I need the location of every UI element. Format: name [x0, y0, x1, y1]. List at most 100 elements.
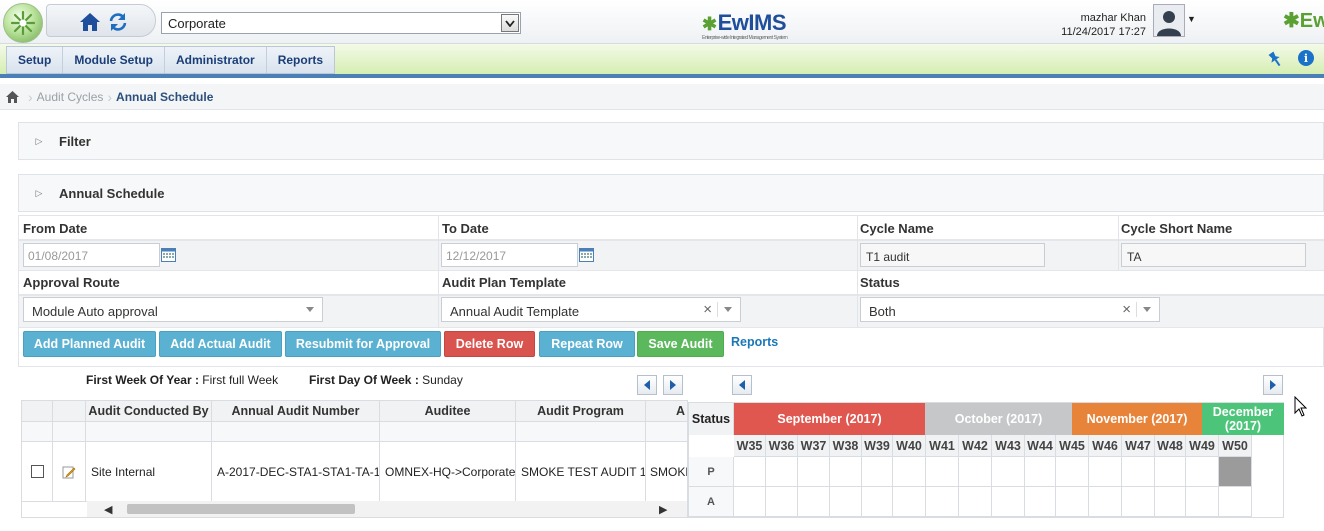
schedule-cell-a-w44[interactable]	[1025, 487, 1056, 517]
schedule-cell-a-w40[interactable]	[893, 487, 926, 517]
breadcrumb-separator: ›	[28, 88, 33, 105]
main-menu: Setup Module Setup Administrator Reports	[6, 46, 336, 74]
grid-horizontal-scrollbar[interactable]: ◀ ▶	[87, 501, 687, 517]
audit-plan-template-select[interactable]: Annual Audit Template ×	[441, 297, 741, 322]
schedule-cell-p-w47[interactable]	[1122, 457, 1155, 487]
add-planned-audit-button[interactable]: Add Planned Audit	[23, 331, 156, 357]
schedule-cell-p-w42[interactable]	[959, 457, 992, 487]
grid-header-audit-program[interactable]: Audit Program	[516, 401, 646, 422]
expand-triangle-icon[interactable]: ▷	[19, 136, 59, 147]
calendar-icon[interactable]	[579, 247, 594, 262]
delete-row-button[interactable]: Delete Row	[444, 331, 535, 357]
first-day-info: First Day Of Week : Sunday	[309, 373, 463, 387]
schedule-cell-a-w42[interactable]	[959, 487, 992, 517]
home-icon[interactable]	[79, 11, 101, 33]
mouse-cursor-icon	[1294, 396, 1308, 417]
schedule-cell-p-w44[interactable]	[1025, 457, 1056, 487]
clear-icon[interactable]: ×	[703, 301, 712, 318]
avatar[interactable]	[1153, 4, 1185, 37]
brand-logo-right: ✱Ew	[1283, 8, 1324, 33]
menu-item-administrator[interactable]: Administrator	[165, 47, 267, 73]
clear-icon[interactable]: ×	[1122, 301, 1131, 318]
cycle-name-input[interactable]: T1 audit	[860, 243, 1045, 267]
cycle-name-label: Cycle Name	[860, 221, 934, 236]
grid-header-more[interactable]: A	[646, 401, 687, 422]
brand-name: EwIMS	[717, 10, 787, 35]
menu-item-module-setup[interactable]: Module Setup	[63, 47, 166, 73]
calendar-icon[interactable]	[161, 247, 176, 262]
scroll-right-icon[interactable]: ▶	[659, 503, 667, 516]
menu-item-reports[interactable]: Reports	[267, 47, 334, 73]
schedule-cell-p-w38[interactable]	[830, 457, 862, 487]
add-actual-audit-button[interactable]: Add Actual Audit	[159, 331, 282, 357]
calendar-next-button[interactable]	[1263, 375, 1283, 395]
schedule-panel-header[interactable]: ▷ Annual Schedule	[18, 174, 1324, 212]
schedule-cell-a-w47[interactable]	[1122, 487, 1155, 517]
schedule-cell-a-w36[interactable]	[766, 487, 798, 517]
breadcrumb-home-icon[interactable]	[0, 84, 24, 110]
schedule-panel-title: Annual Schedule	[59, 185, 165, 201]
scrollbar-thumb[interactable]	[127, 504, 355, 514]
breadcrumb-audit-cycles[interactable]: Audit Cycles	[37, 90, 104, 104]
schedule-cell-p-w46[interactable]	[1089, 457, 1122, 487]
schedule-cell-a-w41[interactable]	[926, 487, 959, 517]
from-date-input[interactable]: 01/08/2017	[23, 243, 160, 267]
schedule-cell-p-w41[interactable]	[926, 457, 959, 487]
schedule-cell-a-w46[interactable]	[1089, 487, 1122, 517]
pin-icon[interactable]	[1266, 50, 1284, 68]
filter-panel-header[interactable]: ▷ Filter	[18, 122, 1324, 160]
schedule-cell-p-w36[interactable]	[766, 457, 798, 487]
chevron-down-icon[interactable]	[724, 307, 732, 312]
schedule-cell-a-w50[interactable]	[1219, 487, 1252, 517]
status-select[interactable]: Both ×	[860, 297, 1160, 322]
expand-triangle-icon[interactable]: ▷	[19, 188, 59, 199]
schedule-cell-p-w48[interactable]	[1155, 457, 1186, 487]
chevron-down-icon[interactable]	[306, 307, 314, 312]
first-day-value: Sunday	[422, 373, 463, 387]
schedule-cell-p-w50[interactable]	[1219, 457, 1252, 487]
chevron-down-icon[interactable]	[501, 14, 519, 32]
schedule-cell-a-w43[interactable]	[992, 487, 1025, 517]
schedule-cell-a-w35[interactable]	[734, 487, 766, 517]
grid-header-auditee[interactable]: Auditee	[380, 401, 516, 422]
schedule-cell-p-w40[interactable]	[893, 457, 926, 487]
user-menu-caret-icon[interactable]: ▼	[1187, 14, 1196, 24]
edit-icon[interactable]	[62, 465, 76, 479]
schedule-cell-a-w38[interactable]	[830, 487, 862, 517]
reports-link[interactable]: Reports	[731, 335, 778, 349]
schedule-cell-p-w49[interactable]	[1186, 457, 1219, 487]
schedule-cell-a-w49[interactable]	[1186, 487, 1219, 517]
schedule-cell-a-w39[interactable]	[862, 487, 893, 517]
week-header-w35: W35	[734, 435, 766, 457]
schedule-cell-a-w48[interactable]	[1155, 487, 1186, 517]
chevron-down-icon[interactable]	[1143, 307, 1151, 312]
calendar-prev-button[interactable]	[732, 375, 752, 395]
refresh-icon[interactable]	[107, 11, 129, 33]
grid-next-button[interactable]	[663, 375, 683, 395]
menu-item-setup[interactable]: Setup	[7, 47, 64, 73]
cycle-short-name-input[interactable]: TA	[1121, 243, 1306, 267]
first-week-info: First Week Of Year : First full Week	[86, 373, 278, 387]
grid-header-audit-conducted-by[interactable]: Audit Conducted By	[86, 401, 212, 422]
organization-select[interactable]: Corporate	[161, 12, 521, 34]
to-date-input[interactable]: 12/12/2017	[441, 243, 578, 267]
save-audit-button[interactable]: Save Audit	[637, 331, 724, 357]
brand-tagline: Enterprise-wide Integrated Management Sy…	[702, 35, 788, 41]
app-logo[interactable]	[3, 3, 43, 43]
grid-prev-button[interactable]	[637, 375, 657, 395]
schedule-cell-a-w37[interactable]	[798, 487, 830, 517]
repeat-row-button[interactable]: Repeat Row	[539, 331, 635, 357]
status-value: Both	[869, 304, 896, 319]
info-icon[interactable]: i	[1298, 50, 1314, 66]
schedule-cell-p-w35[interactable]	[734, 457, 766, 487]
row-checkbox[interactable]	[30, 465, 44, 478]
schedule-cell-p-w45[interactable]	[1056, 457, 1089, 487]
approval-route-select[interactable]: Module Auto approval	[23, 297, 323, 322]
schedule-cell-a-w45[interactable]	[1056, 487, 1089, 517]
schedule-cell-p-w43[interactable]	[992, 457, 1025, 487]
schedule-cell-p-w37[interactable]	[798, 457, 830, 487]
resubmit-for-approval-button[interactable]: Resubmit for Approval	[285, 331, 441, 357]
scroll-left-icon[interactable]: ◀	[104, 503, 112, 516]
schedule-cell-p-w39[interactable]	[862, 457, 893, 487]
grid-header-annual-audit-number[interactable]: Annual Audit Number	[212, 401, 380, 422]
